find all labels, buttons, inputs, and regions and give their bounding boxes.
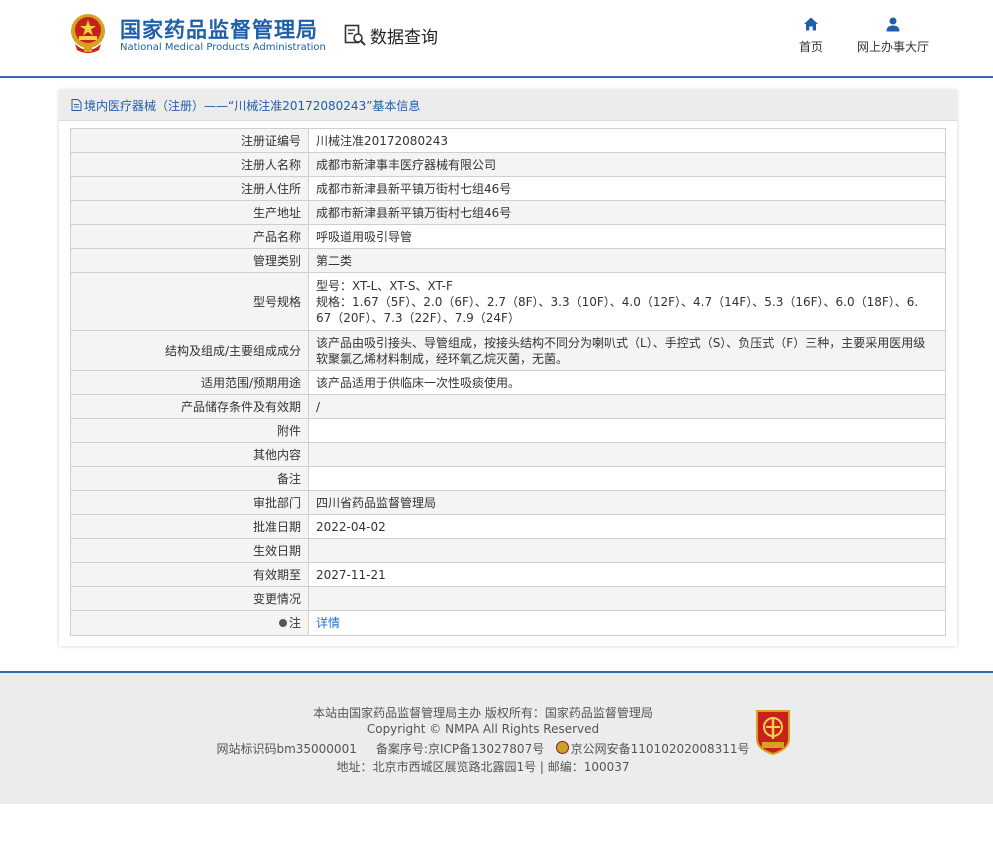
org-name-en: National Medical Products Administration [120,42,326,53]
row-value: 成都市新津事丰医疗器械有限公司 [308,152,946,177]
party-government-badge-icon[interactable] [753,709,793,755]
footer-copyright: Copyright © NMPA All Rights Reserved [366,722,600,736]
row-value: 详情 [308,610,946,636]
national-emblem-icon [71,14,105,53]
row-label: 适用范围/预期用途 [70,370,309,395]
row-label: 产品储存条件及有效期 [70,394,309,419]
table-row: 附件 [70,418,946,443]
table-row: 备注 [70,466,946,491]
police-badge-icon [555,741,569,754]
data-query-label: 数据查询 [370,27,438,48]
registration-info-table: 注册证编号 川械注准20172080243 注册人名称 成都市新津事丰医疗器械有… [70,128,946,636]
nav-online-service-hall-label: 网上办事大厅 [856,40,929,54]
row-label: 其他内容 [70,442,309,467]
row-value: 第二类 [308,248,946,273]
note-label: 注 [288,616,301,630]
site-header: 国家药品监督管理局 National Medical Products Admi… [0,0,993,76]
table-row: 结构及组成/主要组成成分 该产品由吸引接头、导管组成，按接头结构不同分为喇叭式（… [70,330,946,371]
table-row: 批准日期 2022-04-02 [70,514,946,539]
row-value: 该产品适用于供临床一次性吸痰使用。 [308,370,946,395]
nav-home[interactable]: 首页 [793,16,829,55]
data-query-link[interactable]: 数据查询 [343,22,438,48]
row-label: 批准日期 [70,514,309,539]
table-row: 注册证编号 川械注准20172080243 [70,128,946,153]
note-bullet-icon [278,619,287,627]
row-value: 四川省药品监督管理局 [308,490,946,515]
row-value: 成都市新津县新平镇万街村七组46号 [308,176,946,201]
row-label: 审批部门 [70,490,309,515]
table-row: 有效期至 2027-11-21 [70,562,946,587]
footer-registration-line: 网站标识码bm35000001 备案序号:京ICP备13027807号 京公网安… [183,740,783,757]
table-row: 其他内容 [70,442,946,467]
spec-line: 规格：1.67（5F）、2.0（6F）、2.7（8F）、3.3（10F）、4.0… [316,294,919,309]
nav-home-label: 首页 [798,40,823,54]
header-divider [0,76,993,78]
row-label: 注册人住所 [70,176,309,201]
org-name-cn: 国家药品监督管理局 [120,18,318,42]
document-search-icon [344,24,366,46]
row-value [308,442,946,467]
footer-address: 地址：北京市西城区展览路北露园1号 | 邮编：100037 [336,760,630,774]
row-label: 管理类别 [70,248,309,273]
table-row: 注册人名称 成都市新津事丰医疗器械有限公司 [70,152,946,177]
table-row: 型号规格 型号：XT-L、XT-S、XT-F 规格：1.67（5F）、2.0（6… [70,272,946,331]
document-icon [71,99,82,111]
spec-line-continued: 67（20F）、7.3（22F）、7.9（24F） [316,310,520,325]
row-label: 型号规格 [70,272,309,331]
table-row: 生产地址 成都市新津县新平镇万街村七组46号 [70,200,946,225]
detail-panel: 境内医疗器械（注册）——“川械注准20172080243”基本信息 注册证编号 … [59,90,957,646]
police-record-link[interactable]: 京公网安备11010202008311号 [571,742,750,756]
home-icon [804,17,818,31]
nav-online-service-hall[interactable]: 网上办事大厅 [852,16,934,55]
details-link[interactable]: 详情 [316,616,340,630]
row-value: / [308,394,946,419]
table-row: 审批部门 四川省药品监督管理局 [70,490,946,515]
row-label: 结构及组成/主要组成成分 [70,330,309,371]
row-label: 产品名称 [70,224,309,249]
icp-link[interactable]: 备案序号:京ICP备13027807号 [376,742,544,756]
row-value [308,418,946,443]
row-label: 生效日期 [70,538,309,563]
row-value: 2027-11-21 [308,562,946,587]
table-row: 管理类别 第二类 [70,248,946,273]
row-value [308,466,946,491]
row-value [308,586,946,611]
site-footer [0,671,993,804]
composition-line-continued: 软聚氯乙烯材料制成，经环氧乙烷灭菌，无菌。 [316,351,569,366]
row-value: 2022-04-02 [308,514,946,539]
row-label: 备注 [70,466,309,491]
row-label: 注 [70,610,309,636]
table-row: 产品名称 呼吸道用吸引导管 [70,224,946,249]
table-row: 注册人住所 成都市新津县新平镇万街村七组46号 [70,176,946,201]
row-value [308,538,946,563]
row-label: 有效期至 [70,562,309,587]
row-label: 变更情况 [70,586,309,611]
table-row: 注 详情 [70,610,946,636]
model-line: 型号：XT-L、XT-S、XT-F [316,278,453,293]
site-id: 网站标识码bm35000001 [216,742,357,756]
row-value: 呼吸道用吸引导管 [308,224,946,249]
table-row: 变更情况 [70,586,946,611]
row-value: 该产品由吸引接头、导管组成，按接头结构不同分为喇叭式（L）、手控式（S）、负压式… [308,330,946,371]
table-row: 适用范围/预期用途 该产品适用于供临床一次性吸痰使用。 [70,370,946,395]
row-value: 成都市新津县新平镇万街村七组46号 [308,200,946,225]
panel-title: 境内医疗器械（注册）——“川械注准20172080243”基本信息 [84,98,421,113]
row-value: 川械注准20172080243 [308,128,946,153]
table-row: 产品储存条件及有效期 / [70,394,946,419]
composition-line: 该产品由吸引接头、导管组成，按接头结构不同分为喇叭式（L）、手控式（S）、负压式… [316,335,926,350]
row-label: 生产地址 [70,200,309,225]
row-label: 附件 [70,418,309,443]
user-icon [886,17,900,32]
row-value: 型号：XT-L、XT-S、XT-F 规格：1.67（5F）、2.0（6F）、2.… [308,272,946,331]
row-label: 注册证编号 [70,128,309,153]
footer-sponsor-line: 本站由国家药品监督管理局主办 版权所有：国家药品监督管理局 [313,706,653,720]
row-label: 注册人名称 [70,152,309,177]
footer-divider [0,671,993,673]
panel-header: 境内医疗器械（注册）——“川械注准20172080243”基本信息 [59,90,957,121]
table-row: 生效日期 [70,538,946,563]
